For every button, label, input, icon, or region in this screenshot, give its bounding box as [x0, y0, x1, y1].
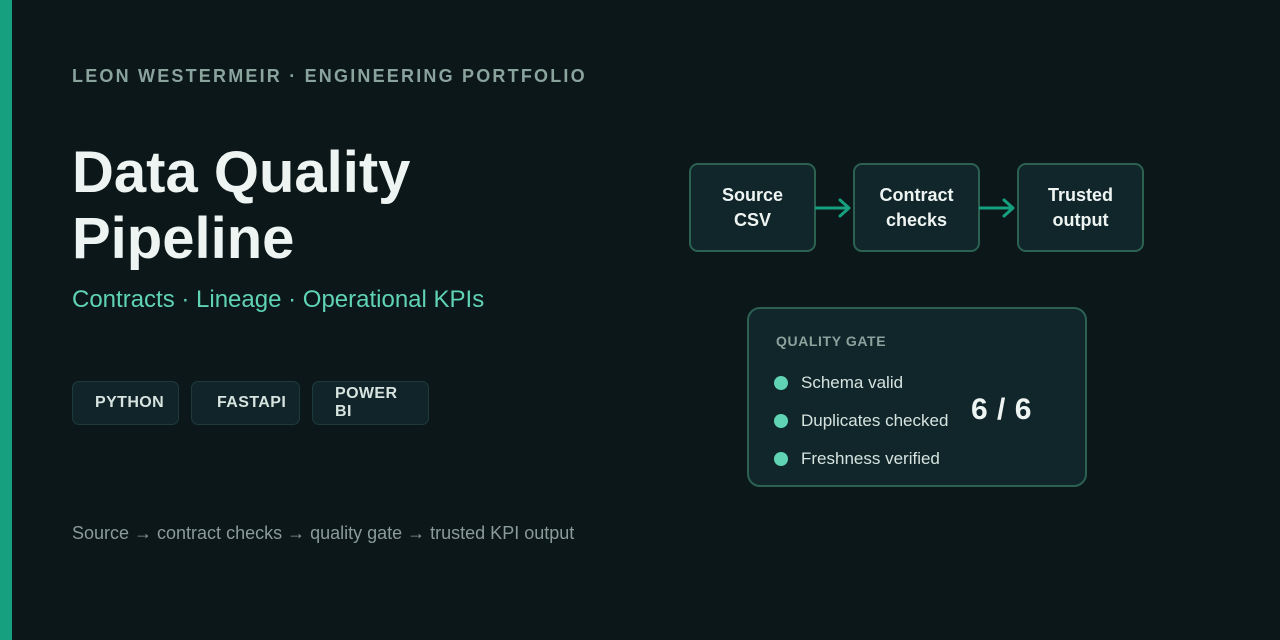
gate-check-item: Freshness verified [774, 449, 940, 469]
page-title-line-1: Data Quality [72, 140, 411, 205]
flow-node-source-line-2: CSV [733, 209, 771, 230]
tag-fastapi: FASTAPI [191, 381, 300, 425]
tech-tag-list: PYTHON FASTAPI POWER BI [72, 381, 429, 425]
status-dot-icon [774, 452, 788, 466]
tag-python: PYTHON [72, 381, 179, 425]
page-title-line-2: Pipeline [72, 206, 295, 271]
page-subtitle: Contracts · Lineage · Operational KPIs [72, 286, 485, 313]
page-title: Data Quality Pipeline [72, 140, 410, 272]
flow-node-contract-checks: Contract checks [853, 163, 980, 252]
gate-check-label: Schema valid [801, 373, 904, 392]
quality-gate-card: QUALITY GATE Schema valid Duplicates che… [747, 307, 1087, 487]
flow-node-trusted-output: Trusted output [1017, 163, 1144, 252]
status-dot-icon [774, 414, 788, 428]
status-dot-icon [774, 376, 788, 390]
gate-check-label: Freshness verified [801, 449, 940, 468]
gate-check-item: Duplicates checked [774, 411, 948, 431]
accent-bar [0, 0, 12, 640]
gate-check-label: Duplicates checked [801, 411, 949, 430]
flow-node-contract-line-1: Contract [879, 184, 954, 205]
flow-arrow-icon [979, 198, 1015, 218]
quality-gate-title: QUALITY GATE [776, 333, 887, 349]
flow-node-trusted-line-2: output [1052, 209, 1109, 230]
flow-node-source-line-1: Source [721, 184, 784, 205]
flow-arrow-icon [815, 198, 851, 218]
flow-node-trusted-line-1: Trusted [1047, 184, 1113, 205]
gate-check-item: Schema valid [774, 373, 903, 393]
flow-node-contract-line-2: checks [885, 209, 948, 230]
pipeline-summary: Source → contract checks → quality gate … [72, 523, 575, 543]
flow-node-source: Source CSV [689, 163, 816, 252]
tag-power-bi: POWER BI [312, 381, 429, 425]
eyebrow-label: LEON WESTERMEIR · ENGINEERING PORTFOLIO [72, 66, 587, 86]
quality-gate-count: 6 / 6 [971, 393, 1032, 426]
